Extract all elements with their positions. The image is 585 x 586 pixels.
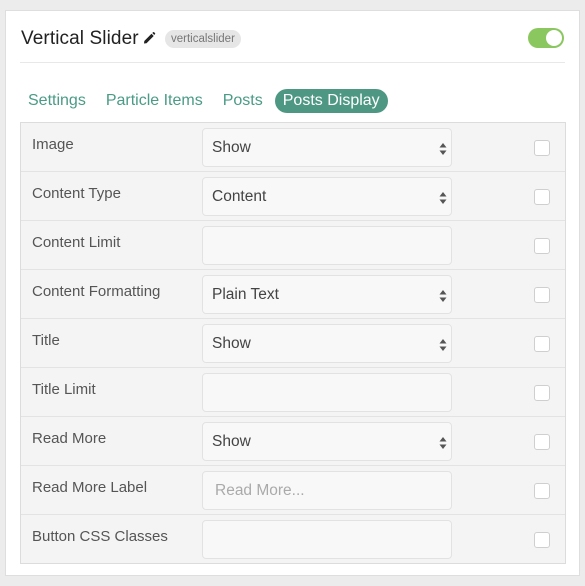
table-row: Read More Show	[21, 417, 565, 466]
override-checkbox[interactable]	[534, 140, 550, 156]
tab-bar: Settings Particle Items Posts Posts Disp…	[20, 88, 392, 114]
table-row: Content Type Content	[21, 172, 565, 221]
override-checkbox[interactable]	[534, 189, 550, 205]
toggle-knob	[546, 30, 562, 46]
override-checkbox[interactable]	[534, 434, 550, 450]
override-checkbox[interactable]	[534, 336, 550, 352]
override-checkbox[interactable]	[534, 238, 550, 254]
table-row: Content Formatting Plain Text	[21, 270, 565, 319]
select-arrows-icon	[439, 435, 447, 451]
select-value: Show	[212, 139, 251, 156]
particle-settings-panel: Vertical Slider verticalslider Settings …	[5, 10, 580, 576]
table-row: Content Limit	[21, 221, 565, 270]
input-placeholder: Read More...	[215, 482, 305, 499]
select-arrows-icon	[439, 288, 447, 304]
content-limit-input[interactable]	[202, 226, 452, 265]
select-arrows-icon	[439, 337, 447, 353]
button-css-classes-input[interactable]	[202, 520, 452, 559]
row-label: Button CSS Classes	[32, 528, 168, 545]
title-limit-input[interactable]	[202, 373, 452, 412]
table-row: Title Limit	[21, 368, 565, 417]
select-arrows-icon	[439, 141, 447, 157]
table-row: Title Show	[21, 319, 565, 368]
row-label: Title	[32, 332, 60, 349]
tab-posts[interactable]: Posts	[215, 89, 271, 113]
row-label: Image	[32, 136, 74, 153]
tab-posts-display[interactable]: Posts Display	[274, 89, 388, 113]
tab-particle-items[interactable]: Particle Items	[98, 89, 211, 113]
override-checkbox[interactable]	[534, 287, 550, 303]
pencil-icon[interactable]	[142, 31, 156, 47]
panel-header: Vertical Slider verticalslider	[20, 25, 565, 63]
read-more-select[interactable]: Show	[202, 422, 452, 461]
row-label: Read More	[32, 430, 107, 447]
row-label: Read More Label	[32, 479, 148, 496]
content-type-select[interactable]: Content	[202, 177, 452, 216]
enabled-toggle[interactable]	[528, 28, 564, 48]
select-value: Show	[212, 433, 251, 450]
title-select[interactable]: Show	[202, 324, 452, 363]
row-label: Content Formatting	[32, 283, 161, 300]
image-select[interactable]: Show	[202, 128, 452, 167]
override-checkbox[interactable]	[534, 483, 550, 499]
override-checkbox[interactable]	[534, 532, 550, 548]
row-label: Content Limit	[32, 234, 121, 251]
row-label: Title Limit	[32, 381, 96, 398]
particle-id-badge: verticalslider	[165, 30, 241, 48]
page-title: Vertical Slider	[21, 28, 139, 49]
content-formatting-select[interactable]: Plain Text	[202, 275, 452, 314]
settings-table: Image Show Content Type Content Content	[20, 122, 566, 564]
table-row: Button CSS Classes	[21, 515, 565, 564]
row-label: Content Type	[32, 185, 121, 202]
table-row: Image Show	[21, 123, 565, 172]
override-checkbox[interactable]	[534, 385, 550, 401]
select-value: Content	[212, 188, 267, 205]
select-arrows-icon	[439, 190, 447, 206]
select-value: Show	[212, 335, 251, 352]
read-more-label-input[interactable]: Read More...	[202, 471, 452, 510]
tab-settings[interactable]: Settings	[20, 89, 94, 113]
select-value: Plain Text	[212, 286, 279, 303]
table-row: Read More Label Read More...	[21, 466, 565, 515]
